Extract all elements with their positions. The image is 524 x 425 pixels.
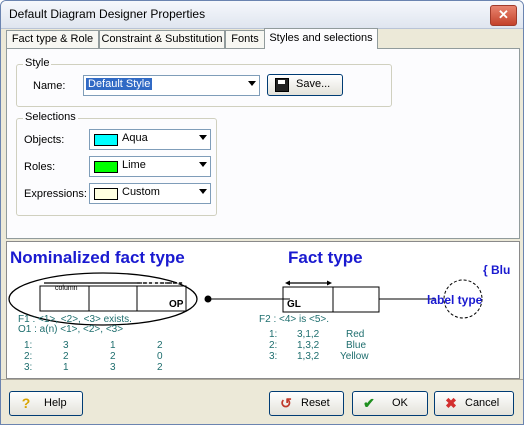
table2-cell: 2: [269, 340, 278, 351]
style-name-label: Name: [33, 80, 66, 92]
window-title: Default Diagram Designer Properties [9, 7, 206, 21]
style-group: Style Name: Default Style Save... [16, 57, 392, 107]
selections-group: Selections Objects: Aqua Roles: Lime Exp… [16, 111, 217, 216]
brace-text: { Blu [483, 263, 511, 277]
table2-cell: Yellow [340, 351, 369, 362]
ok-button[interactable]: ✔ OK [352, 391, 428, 416]
chevron-down-icon[interactable] [248, 81, 256, 86]
table2-cell: 1,3,2 [297, 340, 320, 351]
style-group-label: Style [23, 57, 52, 69]
table1-cell: 1 [63, 362, 69, 373]
chevron-down-icon[interactable] [199, 135, 207, 140]
table1-cell: 2: [24, 351, 33, 362]
nominalized-title: Nominalized fact type [10, 248, 185, 267]
style-name-combo[interactable]: Default Style [83, 75, 260, 96]
objects-label: Objects: [24, 134, 65, 146]
table1-cell: 1: [24, 340, 33, 351]
gl-label: GL [287, 299, 301, 310]
dialog-window: Default Diagram Designer Properties ✕ Fa… [0, 0, 524, 425]
objects-color-combo[interactable]: Aqua [89, 129, 211, 150]
cancel-button[interactable]: ✖ Cancel [434, 391, 514, 416]
roles-label: Roles: [24, 161, 56, 173]
footer-separator [1, 379, 523, 380]
help-button[interactable]: ? Help [9, 391, 83, 416]
table1-cell: 2 [157, 340, 163, 351]
expressions-color-value: Custom [122, 186, 160, 198]
op-label: OP [169, 299, 184, 310]
chevron-down-icon[interactable] [199, 162, 207, 167]
tab-styles-and-selections[interactable]: Styles and selections [264, 28, 378, 49]
style-name-value: Default Style [86, 78, 153, 90]
save-button[interactable]: Save... [267, 74, 343, 96]
reset-button-label: Reset [301, 397, 330, 409]
table1-cell: 2 [110, 351, 116, 362]
roles-color-combo[interactable]: Lime [89, 156, 211, 177]
table1-cell: 2 [157, 362, 163, 373]
table1-cell: 0 [157, 351, 163, 362]
table2-cell: Red [346, 329, 365, 340]
reset-icon: ↺ [280, 395, 292, 411]
close-icon: ✕ [498, 7, 509, 22]
floppy-disk-icon [275, 78, 289, 92]
tab-constraint-substitution[interactable]: Constraint & Substitution [99, 30, 225, 48]
style-preview: Nominalized fact type Fact type { Blu la… [6, 241, 520, 379]
table2-cell: Blue [346, 340, 367, 351]
expressions-color-swatch [94, 188, 118, 200]
objects-color-value: Aqua [122, 132, 148, 144]
checkmark-icon: ✔ [363, 395, 375, 411]
table1-cell: 3 [110, 362, 116, 373]
table2-cell: 3: [269, 351, 278, 362]
table1-cell: 1 [110, 340, 116, 351]
table2-cell: 1: [269, 329, 278, 340]
expressions-color-combo[interactable]: Custom [89, 183, 211, 204]
title-bar[interactable]: Default Diagram Designer Properties ✕ [1, 1, 523, 29]
chevron-down-icon[interactable] [199, 189, 207, 194]
tab-panel: Style Name: Default Style Save... Select… [6, 48, 520, 239]
fact-type-title: Fact type [288, 248, 363, 267]
column-label: column [55, 285, 78, 292]
tab-fonts[interactable]: Fonts [225, 30, 265, 48]
roles-color-swatch [94, 161, 118, 173]
cancel-button-label: Cancel [465, 397, 500, 409]
selections-group-label: Selections [23, 111, 78, 123]
label-type-text: label type [427, 293, 483, 307]
roles-color-value: Lime [122, 159, 146, 171]
o1-reading: O1 : a(n) <1>, <2>, <3> [18, 324, 124, 335]
help-button-label: Help [44, 397, 67, 409]
expressions-label: Expressions: [24, 188, 87, 200]
table1-cell: 3 [63, 340, 69, 351]
close-button[interactable]: ✕ [490, 5, 517, 26]
save-button-label: Save... [296, 78, 331, 90]
table1-cell: 3: [24, 362, 33, 373]
table2-cell: 1,3,2 [297, 351, 320, 362]
objects-color-swatch [94, 134, 118, 146]
f2-reading: F2 : <4> is <5>. [259, 314, 330, 325]
ok-button-label: OK [392, 397, 408, 409]
tab-fact-type-role[interactable]: Fact type & Role [6, 30, 99, 48]
table1-cell: 2 [63, 351, 69, 362]
help-icon: ? [21, 395, 31, 411]
cancel-icon: ✖ [445, 395, 457, 411]
table2-cell: 3,1,2 [297, 329, 320, 340]
reset-button[interactable]: ↺ Reset [269, 391, 344, 416]
